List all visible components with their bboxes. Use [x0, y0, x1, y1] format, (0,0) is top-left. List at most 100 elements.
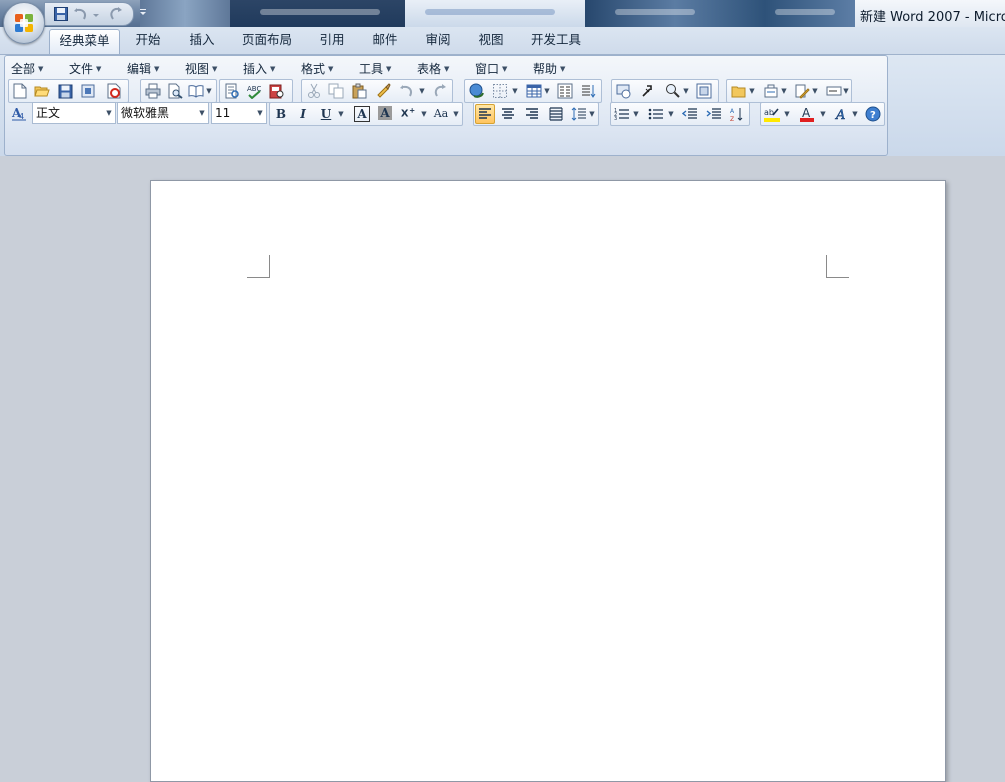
print-icon[interactable]: [144, 82, 162, 100]
justify-icon[interactable]: [547, 105, 565, 123]
hyperlink-icon[interactable]: [468, 82, 486, 100]
tab-references[interactable]: 引用: [312, 29, 352, 53]
cut-icon[interactable]: [305, 82, 323, 100]
text-direction-icon[interactable]: [579, 82, 597, 100]
tab-review[interactable]: 审阅: [418, 29, 458, 53]
chevron-down-icon[interactable]: ▼: [748, 82, 756, 100]
chevron-down-icon[interactable]: ▼: [632, 105, 640, 123]
full-screen-icon[interactable]: [695, 82, 713, 100]
chevron-down-icon[interactable]: ▼: [196, 103, 208, 123]
line-spacing-icon[interactable]: [570, 105, 588, 123]
table-icon[interactable]: [525, 82, 543, 100]
zoom-icon[interactable]: [664, 82, 682, 100]
redo-icon[interactable]: [107, 6, 123, 22]
customize-qat-icon[interactable]: [138, 4, 148, 20]
office-button[interactable]: [3, 2, 45, 44]
character-shading-button[interactable]: A: [378, 106, 392, 120]
chevron-down-icon[interactable]: ▼: [420, 105, 428, 123]
decrease-indent-icon[interactable]: [681, 105, 699, 123]
menu-table[interactable]: 表格 ▼: [417, 62, 449, 76]
chevron-down-icon[interactable]: ▼: [337, 105, 345, 123]
style-select[interactable]: 正文 ▼: [32, 102, 116, 124]
font-case-button[interactable]: Aa: [430, 105, 452, 123]
underline-button[interactable]: U: [317, 105, 335, 123]
document-page[interactable]: [150, 180, 946, 782]
chevron-down-icon[interactable]: ▼: [511, 82, 519, 100]
save-icon[interactable]: [56, 82, 74, 100]
help-icon[interactable]: ?: [864, 105, 882, 123]
menu-insert[interactable]: 插入 ▼: [243, 62, 275, 76]
research-icon[interactable]: [223, 82, 241, 100]
print-preview-icon[interactable]: [166, 82, 184, 100]
italic-button[interactable]: I: [294, 105, 312, 123]
chevron-down-icon[interactable]: ▼: [811, 82, 819, 100]
paste-icon[interactable]: [350, 82, 368, 100]
chevron-down-icon[interactable]: ▼: [205, 82, 213, 100]
chevron-down-icon[interactable]: ▼: [418, 82, 426, 100]
redo-icon[interactable]: [430, 82, 448, 100]
tab-mailings[interactable]: 邮件: [365, 29, 405, 53]
thesaurus-icon[interactable]: [268, 82, 286, 100]
open-icon[interactable]: [33, 82, 51, 100]
drawing-icon[interactable]: [615, 82, 633, 100]
menu-file[interactable]: 文件 ▼: [69, 62, 101, 76]
tab-developer[interactable]: 开发工具: [524, 29, 588, 53]
read-mode-icon[interactable]: [187, 82, 205, 100]
undo-icon[interactable]: [398, 82, 416, 100]
chevron-down-icon[interactable]: ▼: [682, 82, 690, 100]
stamp-icon[interactable]: [762, 82, 780, 100]
menu-format[interactable]: 格式 ▼: [301, 62, 333, 76]
chevron-down-icon[interactable]: ▼: [819, 105, 827, 123]
menu-view[interactable]: 视图 ▼: [185, 62, 217, 76]
copy-icon[interactable]: [327, 82, 345, 100]
chevron-down-icon[interactable]: ▼: [851, 105, 859, 123]
styles-icon[interactable]: A4: [10, 104, 28, 122]
chevron-down-icon[interactable]: ▼: [667, 105, 675, 123]
new-icon[interactable]: [11, 82, 29, 100]
chevron-down-icon[interactable]: ▼: [103, 103, 115, 123]
bullets-icon[interactable]: [647, 105, 665, 123]
field-icon[interactable]: [825, 82, 843, 100]
undo-icon[interactable]: [73, 6, 89, 22]
menu-tools[interactable]: 工具 ▼: [359, 62, 391, 76]
align-center-icon[interactable]: [499, 105, 517, 123]
font-size-select[interactable]: 11 ▼: [211, 102, 267, 124]
pdf-icon[interactable]: [105, 82, 123, 100]
text-effects-icon[interactable]: A: [833, 105, 851, 123]
save-icon[interactable]: [53, 6, 69, 22]
align-left-icon[interactable]: [475, 104, 495, 124]
tab-insert[interactable]: 插入: [182, 29, 222, 53]
borders-icon[interactable]: [491, 82, 509, 100]
chevron-down-icon[interactable]: ▼: [588, 105, 596, 123]
increase-indent-icon[interactable]: [705, 105, 723, 123]
tab-view[interactable]: 视图: [471, 29, 511, 53]
font-color-icon[interactable]: A: [798, 105, 816, 123]
chevron-down-icon[interactable]: ▼: [842, 82, 850, 100]
chevron-down-icon[interactable]: ▼: [254, 103, 266, 123]
chevron-down-icon[interactable]: ▼: [783, 105, 791, 123]
chevron-down-icon[interactable]: ▼: [543, 82, 551, 100]
menu-help[interactable]: 帮助 ▼: [533, 62, 565, 76]
change-case-icon[interactable]: X: [400, 105, 418, 123]
folder-icon[interactable]: [730, 82, 748, 100]
permission-icon[interactable]: [79, 82, 97, 100]
bold-button[interactable]: B: [272, 105, 290, 123]
navigate-icon[interactable]: [639, 82, 657, 100]
undo-dropdown-icon[interactable]: [91, 6, 101, 22]
format-painter-icon[interactable]: [374, 82, 392, 100]
menu-all[interactable]: 全部 ▼: [11, 62, 43, 76]
highlight-icon[interactable]: ab: [763, 105, 781, 123]
align-right-icon[interactable]: [523, 105, 541, 123]
spelling-icon[interactable]: ABC: [245, 82, 263, 100]
columns-icon[interactable]: [556, 82, 574, 100]
tab-classic-menu[interactable]: 经典菜单: [49, 29, 120, 54]
numbering-icon[interactable]: 123: [613, 105, 631, 123]
sort-icon[interactable]: AZ: [728, 105, 746, 123]
edit-icon[interactable]: [793, 82, 811, 100]
chevron-down-icon[interactable]: ▼: [780, 82, 788, 100]
font-select[interactable]: 微软雅黑 ▼: [117, 102, 209, 124]
menu-edit[interactable]: 编辑 ▼: [127, 62, 159, 76]
character-border-button[interactable]: A: [354, 106, 370, 122]
chevron-down-icon[interactable]: ▼: [452, 105, 460, 123]
tab-home[interactable]: 开始: [128, 29, 168, 53]
